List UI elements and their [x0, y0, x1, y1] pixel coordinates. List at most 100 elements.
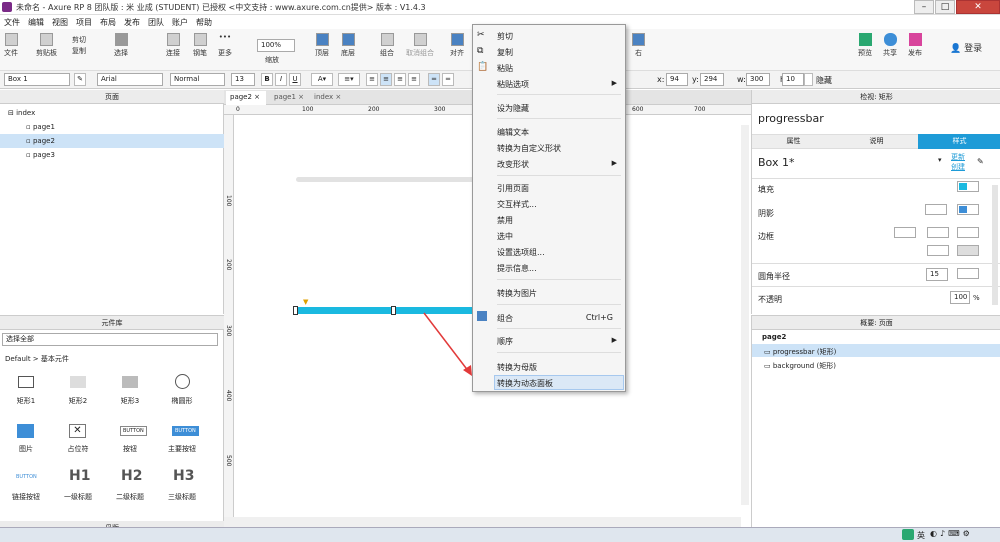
update-style-link[interactable]: 更新: [951, 152, 965, 162]
align-button[interactable]: 对齐: [450, 33, 464, 58]
menu-item-convert-dynamic-panel[interactable]: 转换为动态面板: [497, 378, 553, 389]
align-left-button[interactable]: ≡: [366, 73, 378, 86]
menu-item-tooltip[interactable]: 提示信息...: [497, 263, 537, 274]
menu-item-convert-custom-shape[interactable]: 转换为自定义形状: [497, 143, 561, 154]
menu-item-convert-master[interactable]: 转换为母版: [497, 362, 537, 373]
close-button[interactable]: ✕: [956, 0, 1000, 14]
menu-item-edit-text[interactable]: 编辑文本: [497, 127, 529, 138]
align-center-button[interactable]: ≡: [380, 73, 392, 86]
size-select[interactable]: 13: [231, 73, 255, 86]
menu-project[interactable]: 项目: [76, 17, 92, 28]
more-button[interactable]: ••• 更多: [218, 33, 232, 58]
image-icon[interactable]: [17, 424, 34, 438]
outline-item-progressbar[interactable]: ▭ progressbar (矩形): [764, 347, 836, 357]
create-style-link[interactable]: 创建: [951, 162, 965, 172]
share-button[interactable]: 共享: [883, 33, 897, 58]
menu-publish[interactable]: 发布: [124, 17, 140, 28]
ime-icon[interactable]: [902, 529, 914, 540]
tree-item-page3[interactable]: ▫ page3: [26, 151, 55, 159]
maximize-button[interactable]: □: [935, 0, 955, 14]
menu-item-copy[interactable]: 复制: [497, 47, 513, 58]
pen-button[interactable]: 钢笔: [193, 33, 207, 58]
font-select[interactable]: Arial: [97, 73, 163, 86]
menu-account[interactable]: 账户: [172, 17, 188, 28]
ellipse-icon[interactable]: [175, 374, 190, 389]
tab-index[interactable]: index ×: [310, 91, 346, 105]
font-color-button[interactable]: A▾: [311, 73, 333, 86]
weight-select[interactable]: Normal: [170, 73, 225, 86]
tray-icons[interactable]: ◐♪⌨⚙: [930, 529, 973, 538]
inspector-scrollbar[interactable]: [992, 185, 998, 305]
menu-item-reference-page[interactable]: 引用页面: [497, 183, 529, 194]
resize-handle-middle[interactable]: [391, 306, 396, 315]
text-align-right-button[interactable]: ≡: [394, 73, 406, 86]
menu-item-change-shape[interactable]: 改变形状: [497, 159, 529, 170]
rect-gray-icon[interactable]: [70, 376, 86, 388]
rect-dark-icon[interactable]: [122, 376, 138, 388]
placeholder-icon[interactable]: ✕: [69, 424, 86, 438]
menu-edit[interactable]: 编辑: [28, 17, 44, 28]
ime-language[interactable]: 英: [917, 530, 925, 541]
underline-button[interactable]: U: [289, 73, 301, 86]
canvas-vscroll[interactable]: [741, 125, 749, 505]
outline-item-background[interactable]: ▭ background (矩形): [764, 361, 836, 371]
menu-help[interactable]: 帮助: [196, 17, 212, 28]
connect-button[interactable]: 连接: [166, 33, 180, 58]
tab-notes[interactable]: 说明: [835, 135, 918, 148]
select-button[interactable]: 选择: [114, 33, 128, 58]
menu-item-order[interactable]: 顺序: [497, 336, 513, 347]
valign-middle-button[interactable]: ═: [428, 73, 440, 86]
h1-icon[interactable]: H1: [69, 468, 90, 484]
menu-view[interactable]: 视图: [52, 17, 68, 28]
menu-item-interaction-styles[interactable]: 交互样式...: [497, 199, 537, 210]
resize-handle-left[interactable]: [293, 306, 298, 315]
menu-file[interactable]: 文件: [4, 17, 20, 28]
style-select[interactable]: Box 1: [4, 73, 70, 86]
tree-item-index[interactable]: ⊟ index: [8, 109, 35, 117]
canvas-hscroll[interactable]: [224, 517, 741, 527]
top-layer-button[interactable]: 顶层: [315, 33, 329, 58]
ungroup-button[interactable]: 取消组合: [406, 33, 434, 58]
widget-name[interactable]: progressbar: [758, 112, 824, 125]
menu-item-disable[interactable]: 禁用: [497, 215, 513, 226]
primary-button-icon[interactable]: BUTTON: [172, 426, 199, 436]
fill-color-picker[interactable]: [957, 181, 979, 192]
menu-item-convert-image[interactable]: 转换为图片: [497, 288, 537, 299]
y-input[interactable]: 294: [700, 73, 724, 86]
style-edit-icon[interactable]: ✎: [977, 157, 984, 166]
radius-corner-select[interactable]: [957, 268, 979, 279]
menu-item-paste[interactable]: 粘贴: [497, 63, 513, 74]
opacity-input[interactable]: 100: [950, 291, 970, 304]
valign-bottom-button[interactable]: ═: [442, 73, 454, 86]
outline-page[interactable]: page2: [762, 333, 786, 341]
rect-icon[interactable]: [18, 376, 34, 388]
zoom-select[interactable]: 100%: [257, 39, 295, 52]
style-edit-icon[interactable]: ✎: [74, 73, 86, 86]
file-button[interactable]: 文件: [4, 33, 18, 58]
menu-team[interactable]: 团队: [148, 17, 164, 28]
border-width-select[interactable]: [894, 227, 916, 238]
menu-item-selected[interactable]: 选中: [497, 231, 513, 242]
button-icon[interactable]: BUTTON: [120, 426, 147, 436]
tab-page1[interactable]: page1 ×: [270, 91, 310, 105]
minimize-button[interactable]: –: [914, 0, 934, 14]
background-bar[interactable]: [296, 177, 476, 182]
w-input[interactable]: 300: [746, 73, 770, 86]
italic-button[interactable]: I: [275, 73, 287, 86]
hide-checkbox[interactable]: [804, 73, 813, 86]
h3-icon[interactable]: H3: [173, 468, 194, 484]
menu-item-cut[interactable]: 剪切: [497, 31, 513, 42]
link-button-icon[interactable]: BUTTON: [16, 474, 37, 480]
tree-item-page1[interactable]: ▫ page1: [26, 123, 55, 131]
border-sides-select[interactable]: [927, 245, 949, 256]
clipboard-button[interactable]: 剪贴板: [36, 33, 57, 58]
library-select[interactable]: 选择全部: [2, 333, 218, 346]
menu-item-hide[interactable]: 设为隐藏: [497, 103, 529, 114]
tab-properties[interactable]: 属性: [752, 135, 835, 148]
style-name[interactable]: Box 1*: [758, 156, 794, 169]
h2-icon[interactable]: H2: [121, 468, 142, 484]
menu-item-option-group[interactable]: 设置选项组...: [497, 247, 545, 258]
menu-item-group[interactable]: 组合: [497, 313, 513, 324]
tab-style[interactable]: 样式: [918, 134, 1000, 149]
cut-button[interactable]: 剪切: [72, 35, 86, 45]
